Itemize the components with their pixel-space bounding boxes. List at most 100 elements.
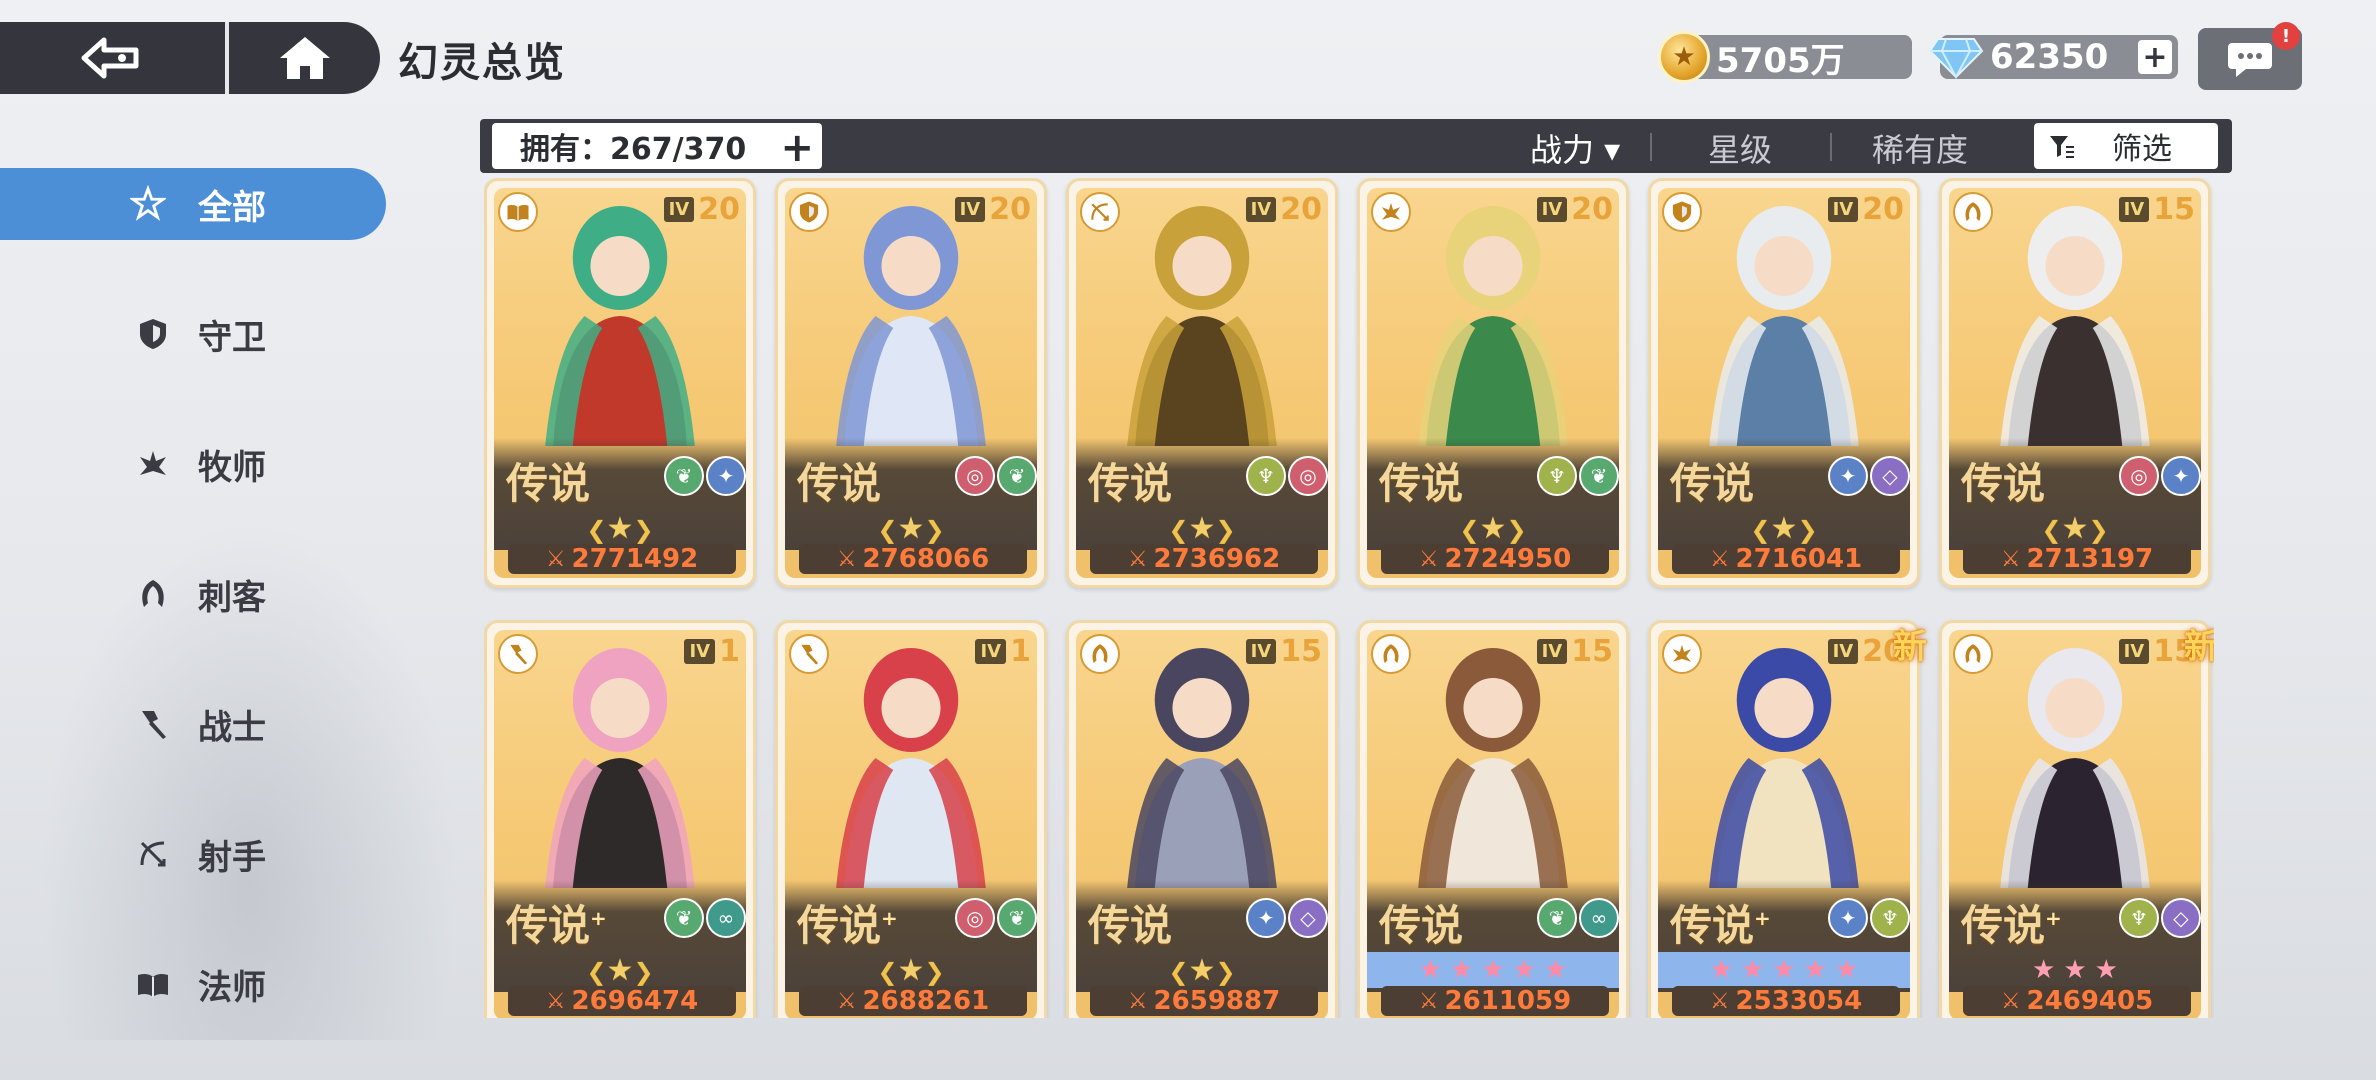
leaf-element-icon: ♆ (1870, 898, 1910, 938)
character-portrait (1709, 648, 1859, 888)
winged-star-icon: ❮★❯ (1459, 510, 1527, 546)
spiral-element-icon: ◎ (955, 898, 995, 938)
combat-power: ⚔ 2469405 (1963, 986, 2191, 1016)
level-number: 20 (989, 191, 1031, 227)
sidebar-item-2[interactable]: 牧师 (0, 428, 386, 500)
diamond-icon (1928, 38, 1984, 80)
crossed-swords-icon: ⚔ (2000, 546, 2021, 572)
crossed-swords-icon: ⚔ (545, 988, 566, 1014)
sidebar-item-6[interactable]: 法师 (0, 948, 386, 1020)
rarity-label: 传说+ (1961, 892, 2062, 953)
combat-power-value: 2611059 (1444, 986, 1572, 1016)
filter-label: 筛选 (2112, 132, 2172, 167)
character-card[interactable]: IV 15 传说 ◎ ✦ ❮★❯ ⚔ 2713197 (1939, 178, 2211, 588)
combat-power-value: 2716041 (1735, 544, 1863, 574)
combat-power-value: 2724950 (1444, 544, 1572, 574)
filter-button[interactable]: 筛选 (2034, 123, 2218, 169)
owned-count-box[interactable]: 拥有：267/370 + (492, 123, 822, 171)
rarity-label: 传说 (1088, 892, 1172, 953)
void-element-icon: ◇ (1870, 456, 1910, 496)
leaf-element-icon: ♆ (2119, 898, 2159, 938)
combat-power-value: 2696474 (571, 986, 699, 1016)
rarity-label: 传说 (1088, 450, 1172, 511)
character-card[interactable]: IV 20 传说 ✦ ◇ ❮★❯ ⚔ 2716041 (1648, 178, 1920, 588)
sort-rarity-tab[interactable]: 稀有度 (1872, 125, 1968, 171)
character-portrait (836, 206, 986, 446)
character-card[interactable]: IV 20 传说+ ✦ ♆ ★ ★ ★ ★ ★ ⚔ 2533054 新 (1648, 620, 1927, 1018)
character-card[interactable]: IV 15 传说+ ♆ ◇ ★ ★ ★ ⚔ 2469405 新 (1939, 620, 2214, 1018)
level-number: 1 (719, 633, 740, 669)
rarity-text: 传说 (1379, 459, 1464, 508)
assassin-icon (1371, 634, 1411, 674)
sort-star-tab[interactable]: 星级 (1708, 125, 1772, 171)
combat-power: ⚔ 2768066 (799, 544, 1027, 574)
sidebar-item-5[interactable]: 射手 (0, 818, 386, 890)
character-card[interactable]: IV 15 传说 ✦ ◇ ❮★❯ ⚔ 2659887 (1066, 620, 1338, 1018)
character-card[interactable]: IV 20 传说 ♆ ◎ ❮★❯ ⚔ 2736962 (1066, 178, 1338, 588)
star-icon: ★ (1803, 955, 1827, 985)
combat-power-value: 2768066 (862, 544, 990, 574)
home-button[interactable] (229, 22, 380, 94)
level-indicator: IV 15 (1245, 634, 1322, 669)
star-icon: ★ (1741, 955, 1765, 985)
character-card[interactable]: IV 1 传说+ ❦ ∞ ❮★❯ ⚔ 2696474 (484, 620, 756, 1018)
character-card[interactable]: IV 15 传说 ❦ ∞ ★ ★ ★ ★ ★ ⚔ 2611059 (1357, 620, 1629, 1018)
combat-power: ⚔ 2736962 (1090, 544, 1318, 574)
expand-slots-button[interactable]: + (780, 125, 814, 171)
tier-label: IV (1827, 196, 1859, 222)
all-icon (130, 185, 166, 222)
gem-currency: 62350 + (1928, 35, 2178, 80)
star-icon: ★ (1481, 955, 1505, 985)
top-nav (0, 22, 380, 94)
character-portrait (545, 648, 695, 888)
rarity-plus: + (1754, 906, 1771, 930)
winged-star-icon: ❮★❯ (1168, 952, 1236, 988)
star-element-icon: ✦ (1828, 456, 1868, 496)
star-icon: ★ (2094, 955, 2118, 985)
sidebar-item-0[interactable]: 全部 (0, 168, 386, 240)
chat-button[interactable]: ! (2198, 22, 2302, 90)
rarity-plus: + (590, 906, 607, 930)
sidebar-item-4[interactable]: 战士 (0, 688, 386, 760)
back-button[interactable] (0, 22, 225, 94)
new-badge: 新 (2184, 627, 2214, 667)
character-card[interactable]: IV 20 传说 ♆ ❦ ❮★❯ ⚔ 2724950 (1357, 178, 1629, 588)
rarity-label: 传说 (797, 450, 881, 511)
crossed-swords-icon: ⚔ (836, 546, 857, 572)
owned-count: 拥有：267/370 (520, 132, 747, 167)
rarity-plus: + (2045, 906, 2062, 930)
tier-label: IV (1245, 638, 1277, 664)
character-portrait (2000, 206, 2150, 446)
leaf-element-icon: ♆ (1246, 456, 1286, 496)
combat-power: ⚔ 2771492 (508, 544, 736, 574)
winged-star-icon: ❮★❯ (586, 510, 654, 546)
level-indicator: IV 20 (1827, 192, 1904, 227)
rarity-label: 传说 (1379, 892, 1463, 953)
add-gems-button[interactable]: + (2138, 40, 2172, 75)
warrior-icon (789, 634, 829, 674)
mage-icon (135, 966, 171, 1002)
character-card[interactable]: IV 20 传说 ❦ ✦ ❮★❯ ⚔ 2771492 (484, 178, 756, 588)
sidebar-item-3[interactable]: 刺客 (0, 558, 386, 630)
character-card[interactable]: IV 20 传说 ◎ ❦ ❮★❯ ⚔ 2768066 (775, 178, 1047, 588)
character-card[interactable]: IV 1 传说+ ◎ ❦ ❮★❯ ⚔ 2688261 (775, 620, 1047, 1018)
filter-icon (2050, 136, 2074, 158)
assassin-icon (135, 576, 171, 612)
level-indicator: IV 20 (1536, 192, 1613, 227)
card-inner: IV 20 传说 ♆ ◎ ❮★❯ ⚔ 2736962 (1076, 188, 1328, 578)
sidebar-item-1[interactable]: 守卫 (0, 298, 386, 370)
star-element-icon: ✦ (706, 456, 746, 496)
rank-emblem: ❮★❯ (494, 952, 746, 988)
sort-power-tab[interactable]: 战力 ▾ (1530, 125, 1620, 171)
level-number: 15 (2153, 191, 2195, 227)
rarity-label: 传说 (1961, 450, 2045, 511)
gold-amount: 5705万 (1716, 40, 1845, 81)
class-sidebar: 全部守卫牧师刺客战士射手法师 (0, 168, 390, 1078)
wave-element-icon: ∞ (1579, 898, 1619, 938)
rarity-text: 传说 (1670, 459, 1755, 508)
void-element-icon: ◇ (1288, 898, 1328, 938)
rarity-text: 传说 (1961, 459, 2046, 508)
back-arrow-icon (81, 37, 138, 79)
rarity-text: 传说 (1088, 901, 1173, 950)
tier-label: IV (663, 196, 695, 222)
